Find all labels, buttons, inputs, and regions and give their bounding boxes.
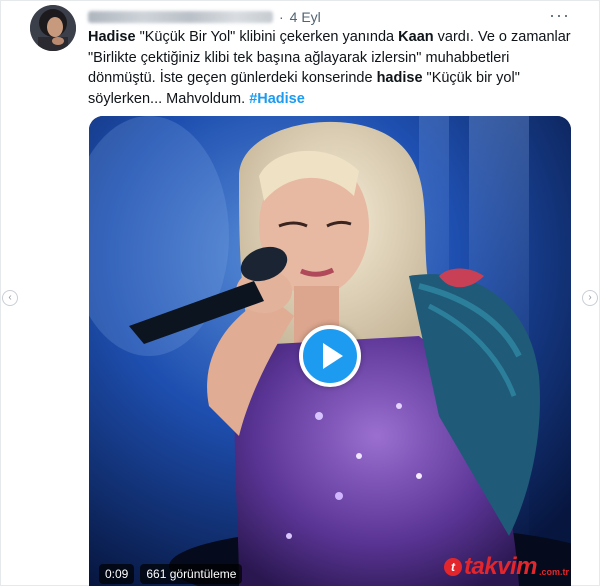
chevron-left-icon[interactable]: ‹	[2, 290, 18, 306]
separator-dot: ·	[279, 9, 284, 25]
mention-kaan: Kaan	[398, 29, 434, 45]
video-duration: 0:09	[99, 564, 135, 584]
video-meta: 0:09 661 görüntüleme	[99, 564, 243, 584]
video-player[interactable]: 0:09 661 görüntüleme t takvim .com.tr	[89, 116, 571, 586]
text-segment: "Küçük Bir Yol" klibini çekerken yanında	[135, 29, 399, 45]
mention-hadise-lower: hadise	[376, 70, 423, 86]
chevron-right-icon[interactable]: ›	[582, 290, 598, 306]
play-icon[interactable]	[299, 325, 361, 387]
takvim-wordmark: takvim	[463, 553, 538, 580]
takvim-mark: t	[443, 558, 462, 576]
hashtag-link[interactable]: #Hadise	[249, 91, 305, 107]
avatar-image	[30, 5, 76, 51]
tweet-date[interactable]: 4 Eyl	[290, 9, 321, 25]
more-horizontal-icon[interactable]: ···	[549, 6, 570, 24]
video-views: 661 görüntüleme	[140, 564, 243, 584]
mention-hadise: Hadise	[88, 29, 136, 45]
tweet-header: · 4 Eyl	[88, 8, 321, 26]
tweet-text: Hadise "Küçük Bir Yol" klibini çekerken …	[88, 27, 578, 109]
avatar[interactable]	[30, 5, 76, 51]
author-name-blurred[interactable]	[88, 11, 273, 23]
takvim-tld: .com.tr	[538, 567, 569, 577]
takvim-watermark-logo: t takvim .com.tr	[443, 553, 569, 581]
